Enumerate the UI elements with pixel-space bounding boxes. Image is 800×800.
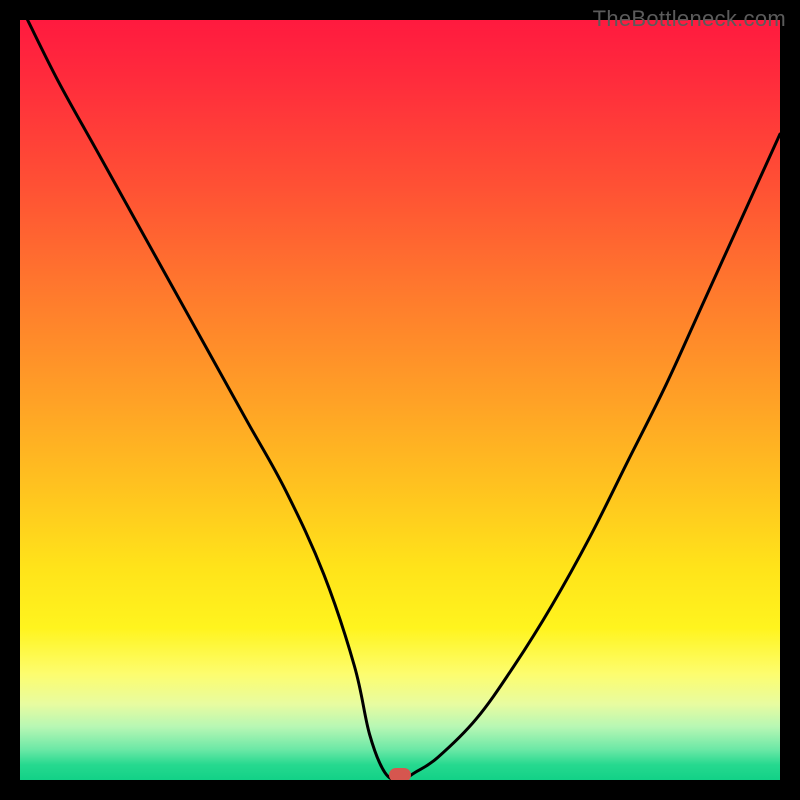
optimal-point-marker [389, 768, 411, 780]
bottleneck-curve [20, 20, 780, 780]
chart-frame: TheBottleneck.com [0, 0, 800, 800]
plot-area [20, 20, 780, 780]
watermark-text: TheBottleneck.com [593, 6, 786, 32]
